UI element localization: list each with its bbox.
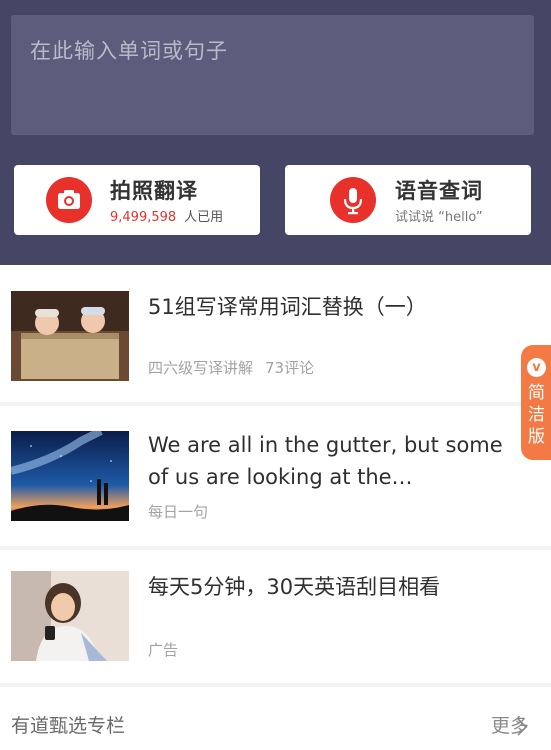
ad-label: 广告 <box>148 639 178 660</box>
voice-lookup-title: 语音查词 <box>395 179 483 203</box>
feed-card[interactable]: 51组写译常用词汇替换（一） 四六级写译讲解 73评论 <box>0 265 551 402</box>
section-header: 有道甄选专栏 更多 <box>0 687 551 750</box>
comment-count: 73评论 <box>265 359 315 377</box>
article-meta: 每日一句 <box>148 501 208 522</box>
article-meta: 四六级写译讲解 73评论 <box>148 357 314 378</box>
search-placeholder: 在此输入单词或句子 <box>30 39 228 63</box>
section-title: 有道甄选专栏 <box>11 715 126 737</box>
usage-number: 9,499,598 <box>110 210 177 225</box>
usage-suffix: 人已用 <box>184 210 224 225</box>
photo-translate-title: 拍照翻译 <box>110 179 198 203</box>
voice-lookup-hint: 试试说 “hello” <box>395 210 483 225</box>
feed-card[interactable]: We are all in the gutter, but some of us… <box>0 406 551 546</box>
ad-badge: 广告 <box>148 641 179 659</box>
ad-title: 每天5分钟，30天英语刮目相看 <box>148 575 441 599</box>
photo-usage-count: 9,499,598 人已用 <box>110 206 223 225</box>
article-thumbnail <box>11 291 129 381</box>
simple-version-label: 简洁版 <box>528 383 545 447</box>
article-title: 51组写译常用词汇替换（一） <box>148 295 427 319</box>
photo-translate-button[interactable]: 拍照翻译 9,499,598 人已用 <box>14 165 260 235</box>
article-category: 四六级写译讲解 <box>148 359 254 377</box>
article-title: We are all in the gutter, but some of us… <box>148 433 503 489</box>
logo-icon: v <box>527 358 546 377</box>
microphone-icon <box>330 177 376 223</box>
article-category: 每日一句 <box>148 503 209 521</box>
article-thumbnail <box>11 431 129 521</box>
camera-icon <box>46 177 92 223</box>
ad-thumbnail <box>11 571 129 661</box>
simple-version-tab[interactable]: v 简洁版 <box>521 345 551 460</box>
chevron-right-icon[interactable] <box>515 717 529 741</box>
feed-card[interactable]: 每天5分钟，30天英语刮目相看 广告 <box>0 550 551 683</box>
search-input[interactable]: 在此输入单词或句子 <box>11 15 534 135</box>
header-panel: 在此输入单词或句子 拍照翻译 9,499,598 人已用 语音查词 试试说 “h… <box>0 0 551 265</box>
voice-lookup-button[interactable]: 语音查词 试试说 “hello” <box>285 165 531 235</box>
